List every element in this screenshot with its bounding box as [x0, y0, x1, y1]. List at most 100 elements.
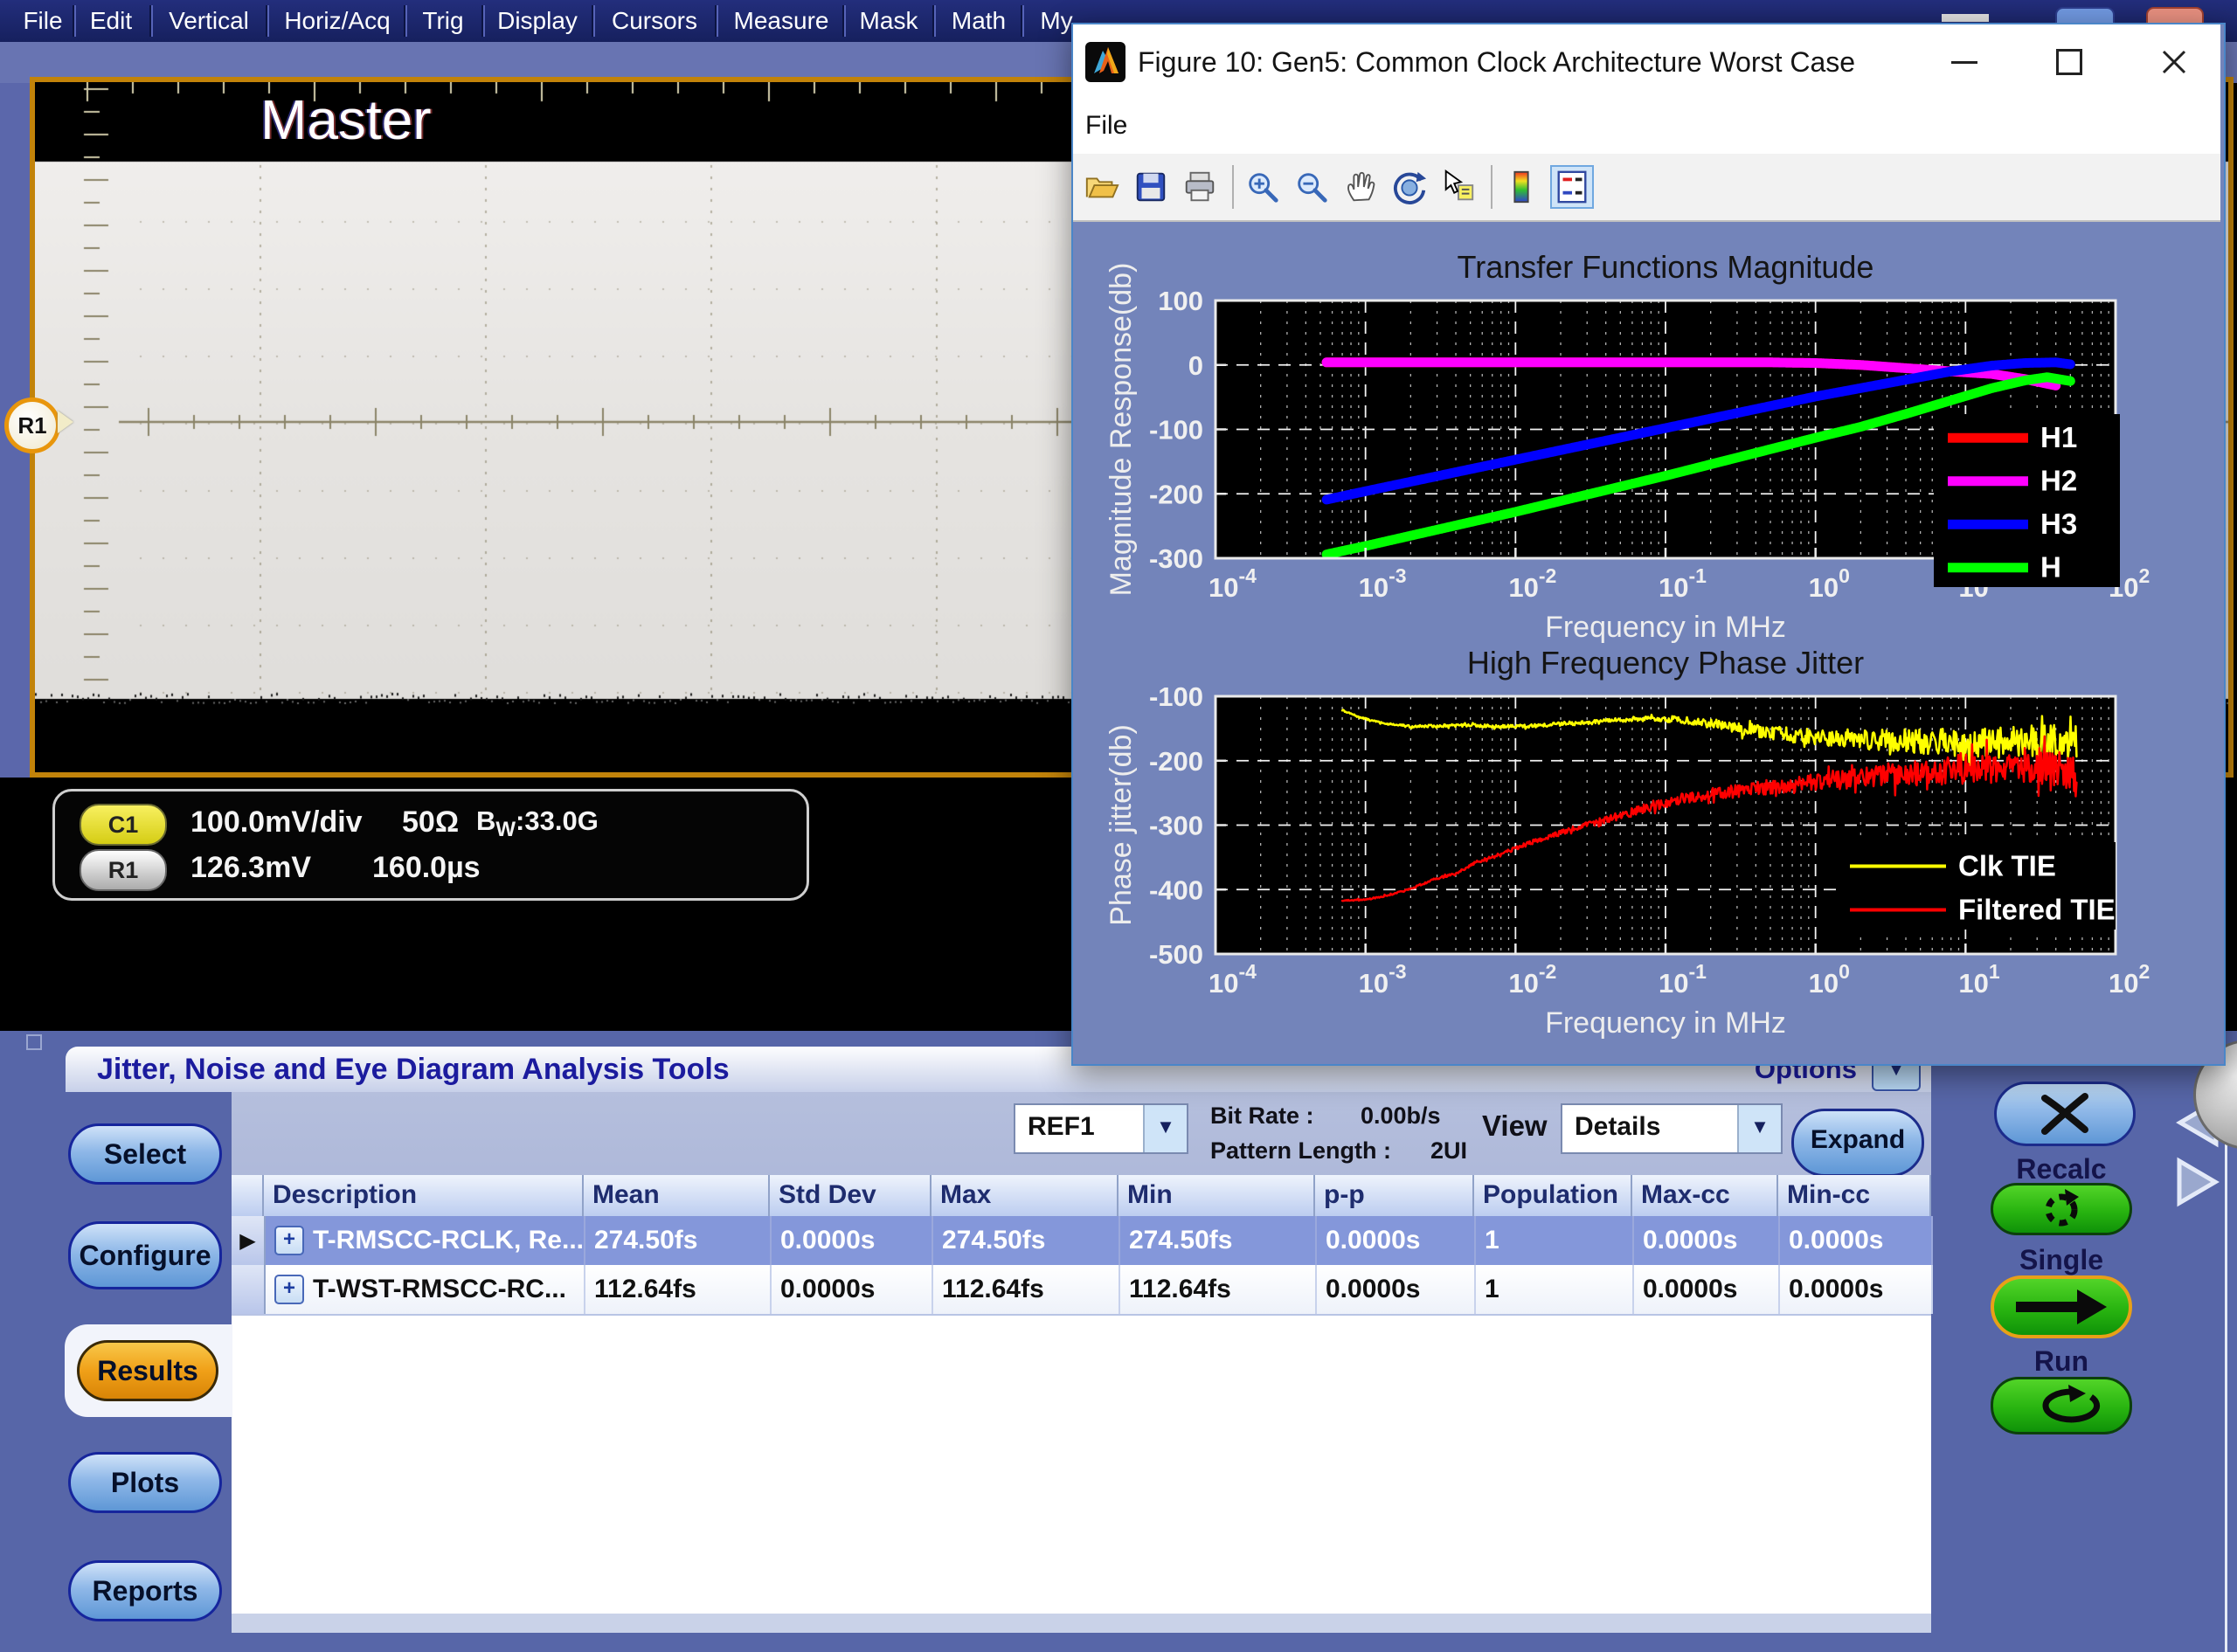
view-selector-value: Details — [1562, 1105, 1737, 1152]
table-cell: 274.50fs — [585, 1216, 772, 1265]
column-header-Min-cc[interactable]: Min-cc — [1778, 1175, 1931, 1216]
sidebar-button-select[interactable]: Select — [68, 1123, 222, 1185]
svg-text:H3: H3 — [2040, 508, 2077, 540]
close-button[interactable] — [2139, 24, 2209, 100]
run-button[interactable] — [1991, 1377, 2132, 1434]
channel-readout-panel[interactable]: C1100.0mV/div50ΩBW:33.0G R1126.3mV160.0µs — [52, 789, 809, 901]
menu-item-math[interactable]: Math — [952, 0, 1006, 42]
figure-title-bar[interactable]: Figure 10: Gen5: Common Clock Architectu… — [1073, 24, 2220, 100]
svg-text:-300: -300 — [1149, 543, 1203, 574]
svg-text:102: 102 — [2109, 960, 2150, 999]
svg-text:100: 100 — [1809, 960, 1850, 999]
clear-button[interactable] — [1994, 1082, 2136, 1146]
column-header-Min[interactable]: Min — [1118, 1175, 1315, 1216]
table-scrollbar[interactable] — [232, 1614, 1931, 1633]
column-header-p-p[interactable]: p-p — [1315, 1175, 1474, 1216]
source-selector[interactable]: REF1 ▼ — [1014, 1103, 1188, 1154]
legend-icon[interactable] — [1550, 165, 1594, 209]
colorbar-icon[interactable] — [1501, 167, 1541, 207]
menu-item-mask[interactable]: Mask — [860, 0, 918, 42]
single-button[interactable] — [1991, 1275, 2132, 1338]
svg-text:-100: -100 — [1149, 415, 1203, 446]
toolbar-separator — [1232, 165, 1234, 209]
pan-icon[interactable] — [1340, 167, 1381, 207]
table-cell: +T-WST-RMSCC-RC... — [266, 1265, 585, 1314]
channel-badge-r1[interactable]: R1 — [80, 849, 167, 891]
menu-separator — [844, 5, 846, 37]
expand-button[interactable]: Expand — [1791, 1109, 1924, 1177]
next-arrow-icon[interactable] — [2174, 1157, 2221, 1207]
table-row[interactable]: ▶+T-RMSCC-RCLK, Re...274.50fs0.0000s274.… — [232, 1216, 1931, 1265]
panel-grip-icon[interactable] — [26, 1034, 42, 1050]
zoom-out-icon[interactable] — [1292, 167, 1332, 207]
column-header-Std Dev[interactable]: Std Dev — [770, 1175, 932, 1216]
table-cell: 274.50fs — [933, 1216, 1120, 1265]
sidebar-button-results[interactable]: Results — [77, 1340, 218, 1401]
column-header-gutter[interactable] — [232, 1175, 264, 1216]
sidebar-button-plots[interactable]: Plots — [68, 1452, 222, 1513]
table-cell: 0.0000s — [1317, 1265, 1476, 1314]
svg-text:Frequency in MHz: Frequency in MHz — [1545, 611, 1786, 644]
print-icon[interactable] — [1180, 167, 1220, 207]
figure-menu-file[interactable]: File — [1085, 100, 1127, 152]
menu-item-cursors[interactable]: Cursors — [612, 0, 697, 42]
matlab-logo-icon — [1085, 42, 1125, 82]
menu-item-edit[interactable]: Edit — [90, 0, 132, 42]
figure-menu-bar: File — [1073, 100, 2220, 156]
svg-text:Phase jitter(db): Phase jitter(db) — [1105, 724, 1138, 926]
table-cell: 112.64fs — [933, 1265, 1120, 1314]
menu-item-trig[interactable]: Trig — [422, 0, 463, 42]
table-cell: 0.0000s — [772, 1265, 933, 1314]
svg-text:Filtered TIE: Filtered TIE — [1958, 894, 2116, 926]
recalc-button[interactable] — [1991, 1183, 2132, 1235]
chevron-down-icon[interactable]: ▼ — [1143, 1105, 1187, 1152]
svg-text:10-1: 10-1 — [1659, 960, 1707, 999]
data-cursor-icon[interactable] — [1438, 167, 1479, 207]
svg-text:101: 101 — [1958, 960, 1999, 999]
menu-separator — [1022, 5, 1024, 37]
readout-value: 50Ω — [402, 805, 459, 840]
readout-row-r1: R1126.3mV160.0µs — [55, 849, 807, 889]
r1-reference-marker[interactable]: R1 — [4, 397, 60, 453]
column-header-Description[interactable]: Description — [264, 1175, 584, 1216]
column-header-Population[interactable]: Population — [1474, 1175, 1632, 1216]
table-cell: 0.0000s — [1780, 1216, 1933, 1265]
readout-row-c1: C1100.0mV/div50ΩBW:33.0G — [55, 804, 807, 844]
row-expander-icon[interactable]: + — [274, 1226, 304, 1255]
sidebar-button-reports[interactable]: Reports — [68, 1560, 222, 1621]
view-selector[interactable]: Details ▼ — [1561, 1103, 1783, 1154]
table-cell: 0.0000s — [772, 1216, 933, 1265]
menu-item-vertical[interactable]: Vertical — [169, 0, 249, 42]
zoom-in-icon[interactable] — [1243, 167, 1283, 207]
table-cell: +T-RMSCC-RCLK, Re... — [266, 1216, 585, 1265]
menu-separator — [483, 5, 485, 37]
minimize-button[interactable] — [1929, 24, 1999, 100]
table-header-row: DescriptionMeanStd DevMaxMinp-pPopulatio… — [232, 1175, 1931, 1218]
menu-item-measure[interactable]: Measure — [734, 0, 829, 42]
menu-item-file[interactable]: File — [23, 0, 62, 42]
chevron-down-icon[interactable]: ▼ — [1737, 1105, 1781, 1152]
menu-item-horiz-acq[interactable]: Horiz/Acq — [284, 0, 390, 42]
figure-window[interactable]: Figure 10: Gen5: Common Clock Architectu… — [1071, 23, 2226, 1066]
rotate-3d-icon[interactable] — [1389, 167, 1430, 207]
results-table[interactable]: DescriptionMeanStd DevMaxMinp-pPopulatio… — [232, 1175, 1931, 1614]
table-cell: 0.0000s — [1634, 1265, 1780, 1314]
open-icon[interactable] — [1082, 167, 1122, 207]
control-label-single: Single — [1991, 1244, 2132, 1276]
svg-text:-200: -200 — [1149, 746, 1203, 777]
menu-item-my[interactable]: My — [1040, 0, 1072, 42]
maximize-button[interactable] — [2034, 24, 2104, 100]
column-header-Mean[interactable]: Mean — [584, 1175, 770, 1216]
menu-separator — [717, 5, 718, 37]
column-header-Max[interactable]: Max — [932, 1175, 1118, 1216]
svg-text:10-2: 10-2 — [1508, 564, 1556, 603]
menu-item-display[interactable]: Display — [497, 0, 578, 42]
sidebar-button-configure[interactable]: Configure — [68, 1221, 222, 1289]
channel-badge-c1[interactable]: C1 — [80, 804, 167, 846]
save-icon[interactable] — [1131, 167, 1171, 207]
table-row[interactable]: +T-WST-RMSCC-RC...112.64fs0.0000s112.64f… — [232, 1265, 1931, 1316]
bit-rate-label: Bit Rate : — [1210, 1102, 1314, 1130]
column-header-Max-cc[interactable]: Max-cc — [1632, 1175, 1778, 1216]
table-cell: 1 — [1476, 1216, 1634, 1265]
row-expander-icon[interactable]: + — [274, 1275, 304, 1304]
